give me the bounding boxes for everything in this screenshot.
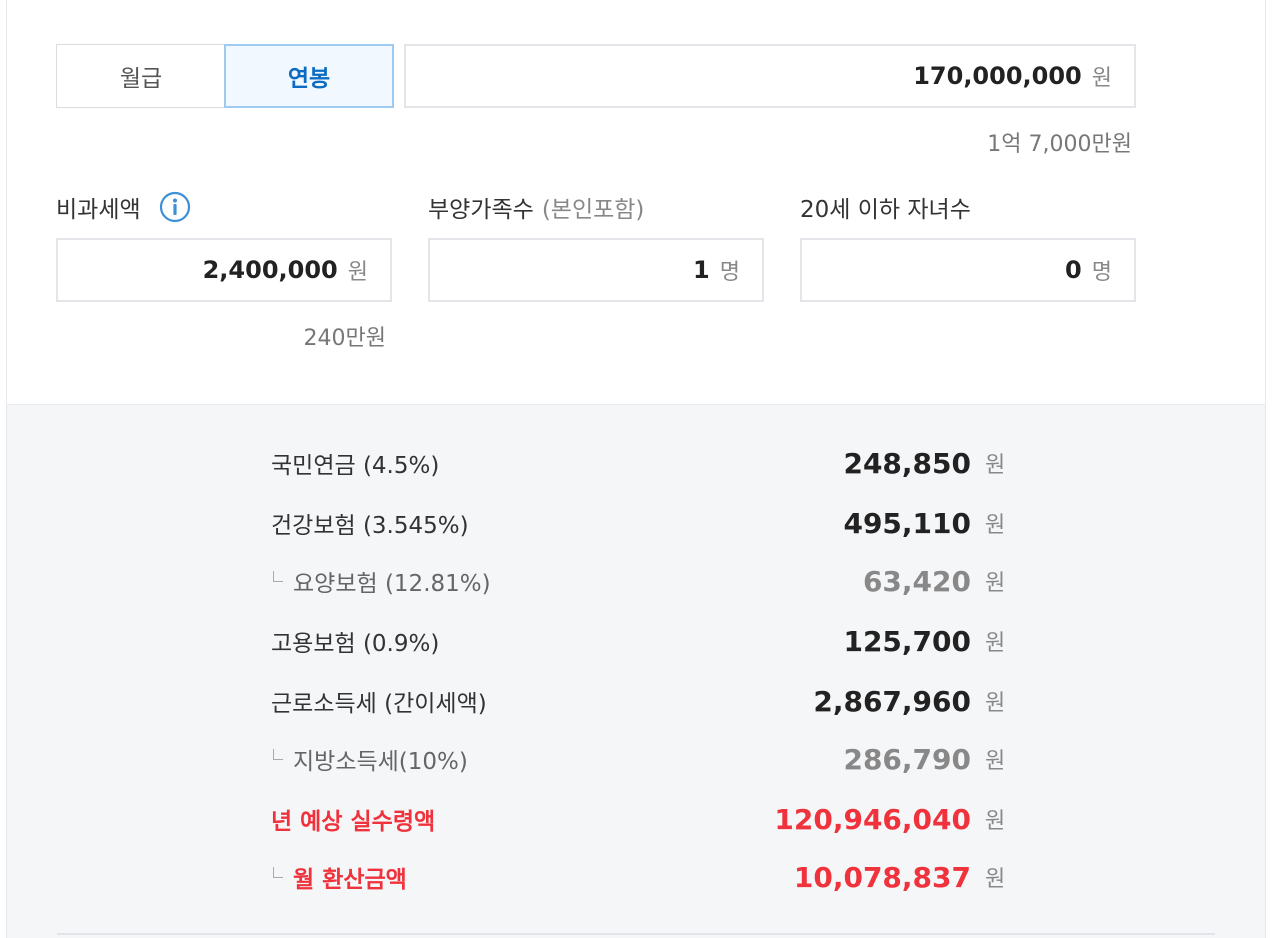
tab-monthly-salary[interactable]: 월급: [56, 44, 226, 108]
result-unit: 원: [985, 631, 1006, 656]
result-row-income-tax: 근로소득세 (간이세액) 2,867,960 원: [271, 681, 1007, 721]
result-unit: 원: [985, 513, 1006, 538]
result-unit: 원: [985, 453, 1006, 478]
dependents-value: 1: [693, 256, 710, 284]
result-value: 286,790: [843, 742, 971, 776]
nontaxable-label: 비과세액: [56, 190, 191, 224]
children-label-text: 20세 이하 자녀수: [800, 197, 971, 223]
sub-item-corner-icon: [273, 570, 283, 582]
sub-item-corner-icon: [273, 866, 283, 878]
result-unit: 원: [985, 749, 1006, 774]
sub-item-corner-icon: [273, 748, 283, 760]
result-value: 63,420: [862, 564, 971, 598]
children-label: 20세 이하 자녀수: [800, 190, 971, 224]
result-label: 년 예상 실수령액: [271, 809, 436, 835]
children-input[interactable]: 0 명: [800, 238, 1136, 302]
salary-korean-amount: 1억 7,000만원: [987, 132, 1132, 157]
result-value: 10,078,837: [793, 860, 971, 894]
result-row-employment-insurance: 고용보험 (0.9%) 125,700 원: [271, 621, 1007, 661]
result-label: 월 환산금액: [293, 867, 407, 893]
result-label: 요양보험 (12.81%): [293, 571, 491, 597]
dependents-unit: 명: [719, 260, 740, 285]
children-unit: 명: [1091, 260, 1112, 285]
result-row-care-insurance: 요양보험 (12.81%) 63,420 원: [271, 561, 1007, 601]
nontaxable-korean-amount: 240만원: [303, 326, 386, 351]
info-icon[interactable]: [159, 191, 191, 223]
result-row-health-insurance: 건강보험 (3.545%) 495,110 원: [271, 503, 1007, 543]
nontaxable-label-text: 비과세액: [56, 197, 141, 223]
salary-unit: 원: [1091, 66, 1112, 91]
result-label: 국민연금 (4.5%): [271, 453, 440, 479]
nontaxable-input[interactable]: 2,400,000 원: [56, 238, 392, 302]
dependents-label-text: 부양가족수: [428, 197, 534, 223]
result-label: 지방소득세(10%): [293, 749, 468, 775]
children-value: 0: [1065, 256, 1082, 284]
result-value: 2,867,960: [813, 684, 971, 718]
result-unit: 원: [985, 571, 1006, 596]
result-row-local-income-tax: 지방소득세(10%) 286,790 원: [271, 739, 1007, 779]
result-value: 248,850: [843, 446, 971, 480]
result-unit: 원: [985, 867, 1006, 892]
nontaxable-unit: 원: [347, 260, 368, 285]
result-unit: 원: [985, 691, 1006, 716]
tab-annual-salary[interactable]: 연봉: [224, 44, 394, 108]
result-value: 120,946,040: [774, 802, 971, 836]
result-row-national-pension: 국민연금 (4.5%) 248,850 원: [271, 443, 1007, 483]
result-row-monthly-net-pay: 월 환산금액 10,078,837 원: [271, 857, 1007, 897]
nontaxable-value: 2,400,000: [202, 256, 338, 284]
result-row-annual-net-pay: 년 예상 실수령액 120,946,040 원: [271, 799, 1007, 839]
result-label: 고용보험 (0.9%): [271, 631, 440, 657]
dependents-input[interactable]: 1 명: [428, 238, 764, 302]
result-label: 근로소득세 (간이세액): [271, 691, 487, 717]
salary-input[interactable]: 170,000,000 원: [404, 44, 1136, 108]
dependents-label: 부양가족수 (본인포함): [428, 190, 644, 224]
result-unit: 원: [985, 809, 1006, 834]
dependents-sublabel: (본인포함): [541, 197, 645, 223]
divider: [57, 933, 1215, 935]
result-label: 건강보험 (3.545%): [271, 513, 469, 539]
result-value: 495,110: [843, 506, 971, 540]
results-panel: 국민연금 (4.5%) 248,850 원 건강보험 (3.545%) 495,…: [7, 404, 1265, 938]
result-value: 125,700: [843, 624, 971, 658]
salary-value: 170,000,000: [913, 62, 1082, 90]
